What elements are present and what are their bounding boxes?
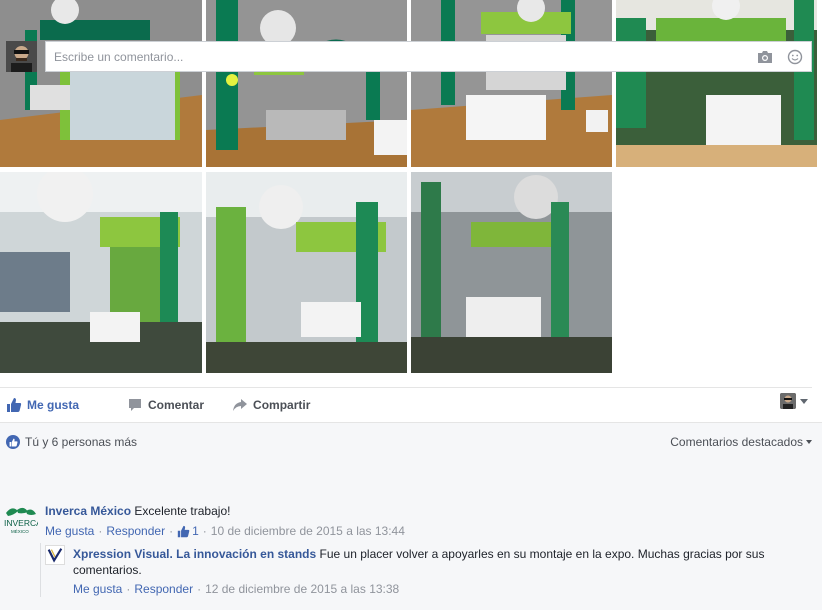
comment-input[interactable]: Escribe un comentario... (45, 41, 812, 72)
reactions-summary-text: Tú y 6 personas más (25, 435, 138, 449)
photo-2[interactable] (206, 0, 407, 167)
reply-reply-link[interactable]: Responder (134, 582, 193, 596)
photo-7[interactable] (411, 172, 612, 373)
post-as-selector[interactable] (780, 393, 808, 409)
comment-timestamp[interactable]: 10 de diciembre de 2015 a las 13:44 (211, 524, 405, 538)
avatar[interactable] (45, 545, 65, 565)
comment-author[interactable]: Inverca México (45, 504, 131, 518)
chevron-down-icon (800, 398, 808, 404)
photo-3[interactable] (411, 0, 612, 167)
photo-5[interactable] (0, 172, 202, 373)
svg-text:INVERCA: INVERCA (4, 518, 38, 528)
like-button[interactable]: Me gusta (6, 397, 79, 413)
reply-like-link[interactable]: Me gusta (73, 582, 122, 596)
comment-text: Excelente trabajo! (134, 504, 231, 518)
photo-4[interactable] (616, 0, 817, 167)
comment-body: Inverca México Excelente trabajo! (45, 504, 805, 518)
speech-bubble-icon (127, 397, 143, 413)
comment-button[interactable]: Comentar (127, 397, 204, 413)
camera-icon[interactable] (757, 49, 773, 68)
reply-author[interactable]: Xpression Visual. La innovación en stand… (73, 547, 316, 561)
thumbs-up-icon (6, 397, 22, 413)
thumbs-up-icon (177, 525, 190, 538)
reply-timestamp[interactable]: 12 de diciembre de 2015 a las 13:38 (205, 582, 399, 596)
comment-meta: Me gusta · Responder · 1 · 10 de diciemb… (45, 524, 405, 538)
share-button[interactable]: Compartir (232, 397, 310, 413)
photo-1[interactable]: INVERCA (0, 0, 202, 167)
svg-text:MÉXICO: MÉXICO (11, 528, 29, 534)
post-action-bar: Me gusta Comentar Compartir (0, 387, 812, 421)
comment-like-count[interactable]: 1 (192, 524, 199, 538)
like-button-label: Me gusta (27, 397, 80, 412)
comment-input-placeholder: Escribe un comentario... (54, 49, 184, 64)
comments-sort-dropdown[interactable]: Comentarios destacados (670, 435, 812, 449)
reply-thread-line (40, 543, 41, 597)
reactions-summary[interactable]: Tú y 6 personas más (6, 435, 137, 449)
reply-meta: Me gusta · Responder · 12 de diciembre d… (73, 582, 400, 596)
chevron-down-icon (806, 440, 812, 444)
smiley-icon[interactable] (787, 49, 803, 68)
comments-sort-label: Comentarios destacados (670, 435, 803, 449)
share-arrow-icon (232, 397, 248, 413)
avatar (780, 393, 796, 409)
share-button-label: Compartir (253, 397, 311, 412)
avatar (6, 41, 37, 72)
comment-button-label: Comentar (148, 397, 205, 412)
photo-6[interactable] (206, 172, 407, 373)
comment-like-link[interactable]: Me gusta (45, 524, 94, 538)
avatar[interactable]: INVERCA MÉXICO (4, 505, 42, 535)
comment-reply-link[interactable]: Responder (106, 524, 165, 538)
like-badge-icon (6, 435, 20, 449)
reply-body: Xpression Visual. La innovación en stand… (73, 546, 793, 578)
